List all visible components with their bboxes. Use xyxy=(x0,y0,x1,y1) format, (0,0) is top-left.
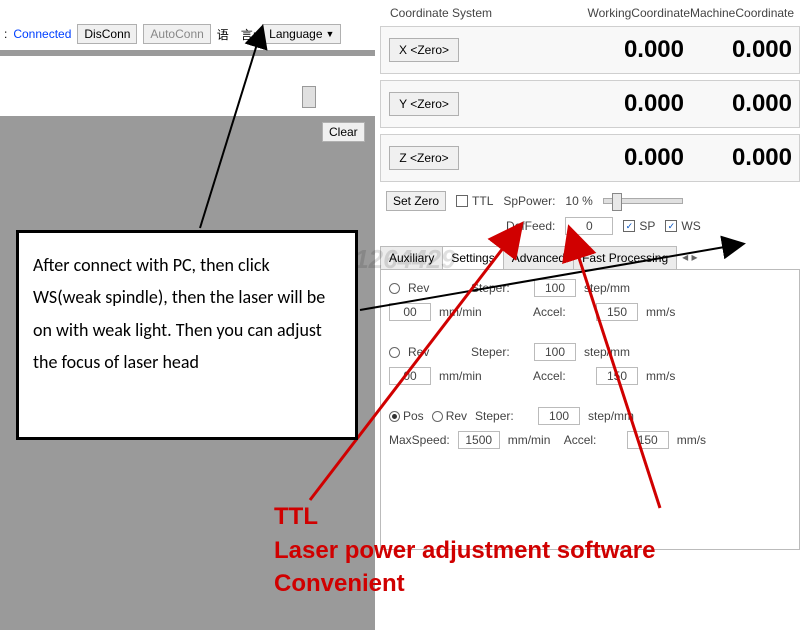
checkbox-icon xyxy=(456,195,468,207)
accel-input-0[interactable]: 150 xyxy=(596,303,638,321)
axis-group-1: Rev Steper: 100 step/mm 00 mm/min Accel:… xyxy=(389,340,791,388)
pos-radio-0[interactable] xyxy=(389,283,400,294)
sp-power-slider[interactable] xyxy=(603,198,683,204)
y-machine-value: 0.000 xyxy=(684,90,792,118)
def-feed-input[interactable]: 0 xyxy=(565,217,613,235)
z-machine-value: 0.000 xyxy=(684,144,792,172)
steper-input-z[interactable]: 100 xyxy=(538,407,580,425)
language-dropdown[interactable]: Language ▼ xyxy=(262,24,341,44)
header-working-coord: WorkingCoordinate xyxy=(550,6,690,20)
pos-radio-1[interactable] xyxy=(389,347,400,358)
zero-x-button[interactable]: X <Zero> xyxy=(389,38,459,62)
pos-radio-z[interactable]: Pos xyxy=(389,409,424,423)
steper-input-0[interactable]: 100 xyxy=(534,279,576,297)
checkbox-icon: ✓ xyxy=(623,220,635,232)
autoconnect-button[interactable]: AutoConn xyxy=(143,24,210,44)
coord-row-y: Y <Zero> 0.000 0.000 xyxy=(380,80,800,128)
connection-toolbar: : Connected DisConn AutoConn 语 言: Langua… xyxy=(0,22,375,46)
sp-power-value: 10 % xyxy=(565,194,592,208)
ttl-checkbox[interactable]: TTL xyxy=(456,194,493,208)
ws-checkbox[interactable]: ✓ WS xyxy=(665,219,700,233)
z-working-value: 0.000 xyxy=(459,144,684,172)
clear-button[interactable]: Clear xyxy=(322,122,365,142)
red-line-1: TTL xyxy=(274,500,655,534)
def-feed-label: DefFeed: xyxy=(506,219,555,233)
disconnect-button[interactable]: DisConn xyxy=(77,24,137,44)
axis-group-z: Pos Rev Steper: 100 step/mm MaxSpeed: 15… xyxy=(389,404,791,452)
language-value: Language xyxy=(269,27,322,41)
speed-input-0[interactable]: 00 xyxy=(389,303,431,321)
tab-advanced[interactable]: Advanced xyxy=(503,246,574,269)
status-value: Connected xyxy=(13,27,71,41)
red-line-2: Laser power adjustment software xyxy=(274,534,655,568)
log-strip xyxy=(0,56,375,116)
red-annotation: TTL Laser power adjustment software Conv… xyxy=(274,500,655,601)
maxspeed-input-z[interactable]: 1500 xyxy=(458,431,500,449)
y-working-value: 0.000 xyxy=(459,90,684,118)
red-line-3: Convenient xyxy=(274,567,655,601)
annotation-callout: After connect with PC, then click WS(wea… xyxy=(16,230,358,440)
sp-power-label: SpPower: xyxy=(503,194,555,208)
slider-thumb[interactable] xyxy=(612,193,622,211)
sp-checkbox[interactable]: ✓ SP xyxy=(623,219,655,233)
x-machine-value: 0.000 xyxy=(684,36,792,64)
tab-fast-processing[interactable]: Fast Processing xyxy=(573,246,677,269)
coord-row-x: X <Zero> 0.000 0.000 xyxy=(380,26,800,74)
accel-input-z[interactable]: 150 xyxy=(627,431,669,449)
accel-input-1[interactable]: 150 xyxy=(596,367,638,385)
header-coord-system: Coordinate System xyxy=(380,6,550,20)
coord-row-z: Z <Zero> 0.000 0.000 xyxy=(380,134,800,182)
coordinate-headers: Coordinate System WorkingCoordinate Mach… xyxy=(380,0,800,26)
chevron-down-icon: ▼ xyxy=(326,29,335,39)
rev-radio-z[interactable]: Rev xyxy=(432,409,467,423)
coordinate-panel: Coordinate System WorkingCoordinate Mach… xyxy=(380,0,800,550)
control-strip: Set Zero TTL SpPower: 10 % DefFeed: 0 ✓ … xyxy=(380,188,800,238)
x-working-value: 0.000 xyxy=(459,36,684,64)
checkbox-icon: ✓ xyxy=(665,220,677,232)
steper-input-1[interactable]: 100 xyxy=(534,343,576,361)
tab-scroll-arrows[interactable]: ◂ ▸ xyxy=(676,246,703,269)
language-label: 语 言: xyxy=(217,26,256,43)
scrollbar-handle[interactable] xyxy=(302,86,316,108)
zero-y-button[interactable]: Y <Zero> xyxy=(389,92,459,116)
axis-group-0: Rev Steper: 100 step/mm 00 mm/min Accel:… xyxy=(389,276,791,324)
speed-input-1[interactable]: 00 xyxy=(389,367,431,385)
status-label: : xyxy=(4,27,7,41)
set-zero-button[interactable]: Set Zero xyxy=(386,191,446,211)
zero-z-button[interactable]: Z <Zero> xyxy=(389,146,459,170)
header-machine-coord: MachineCoordinate xyxy=(690,6,785,20)
